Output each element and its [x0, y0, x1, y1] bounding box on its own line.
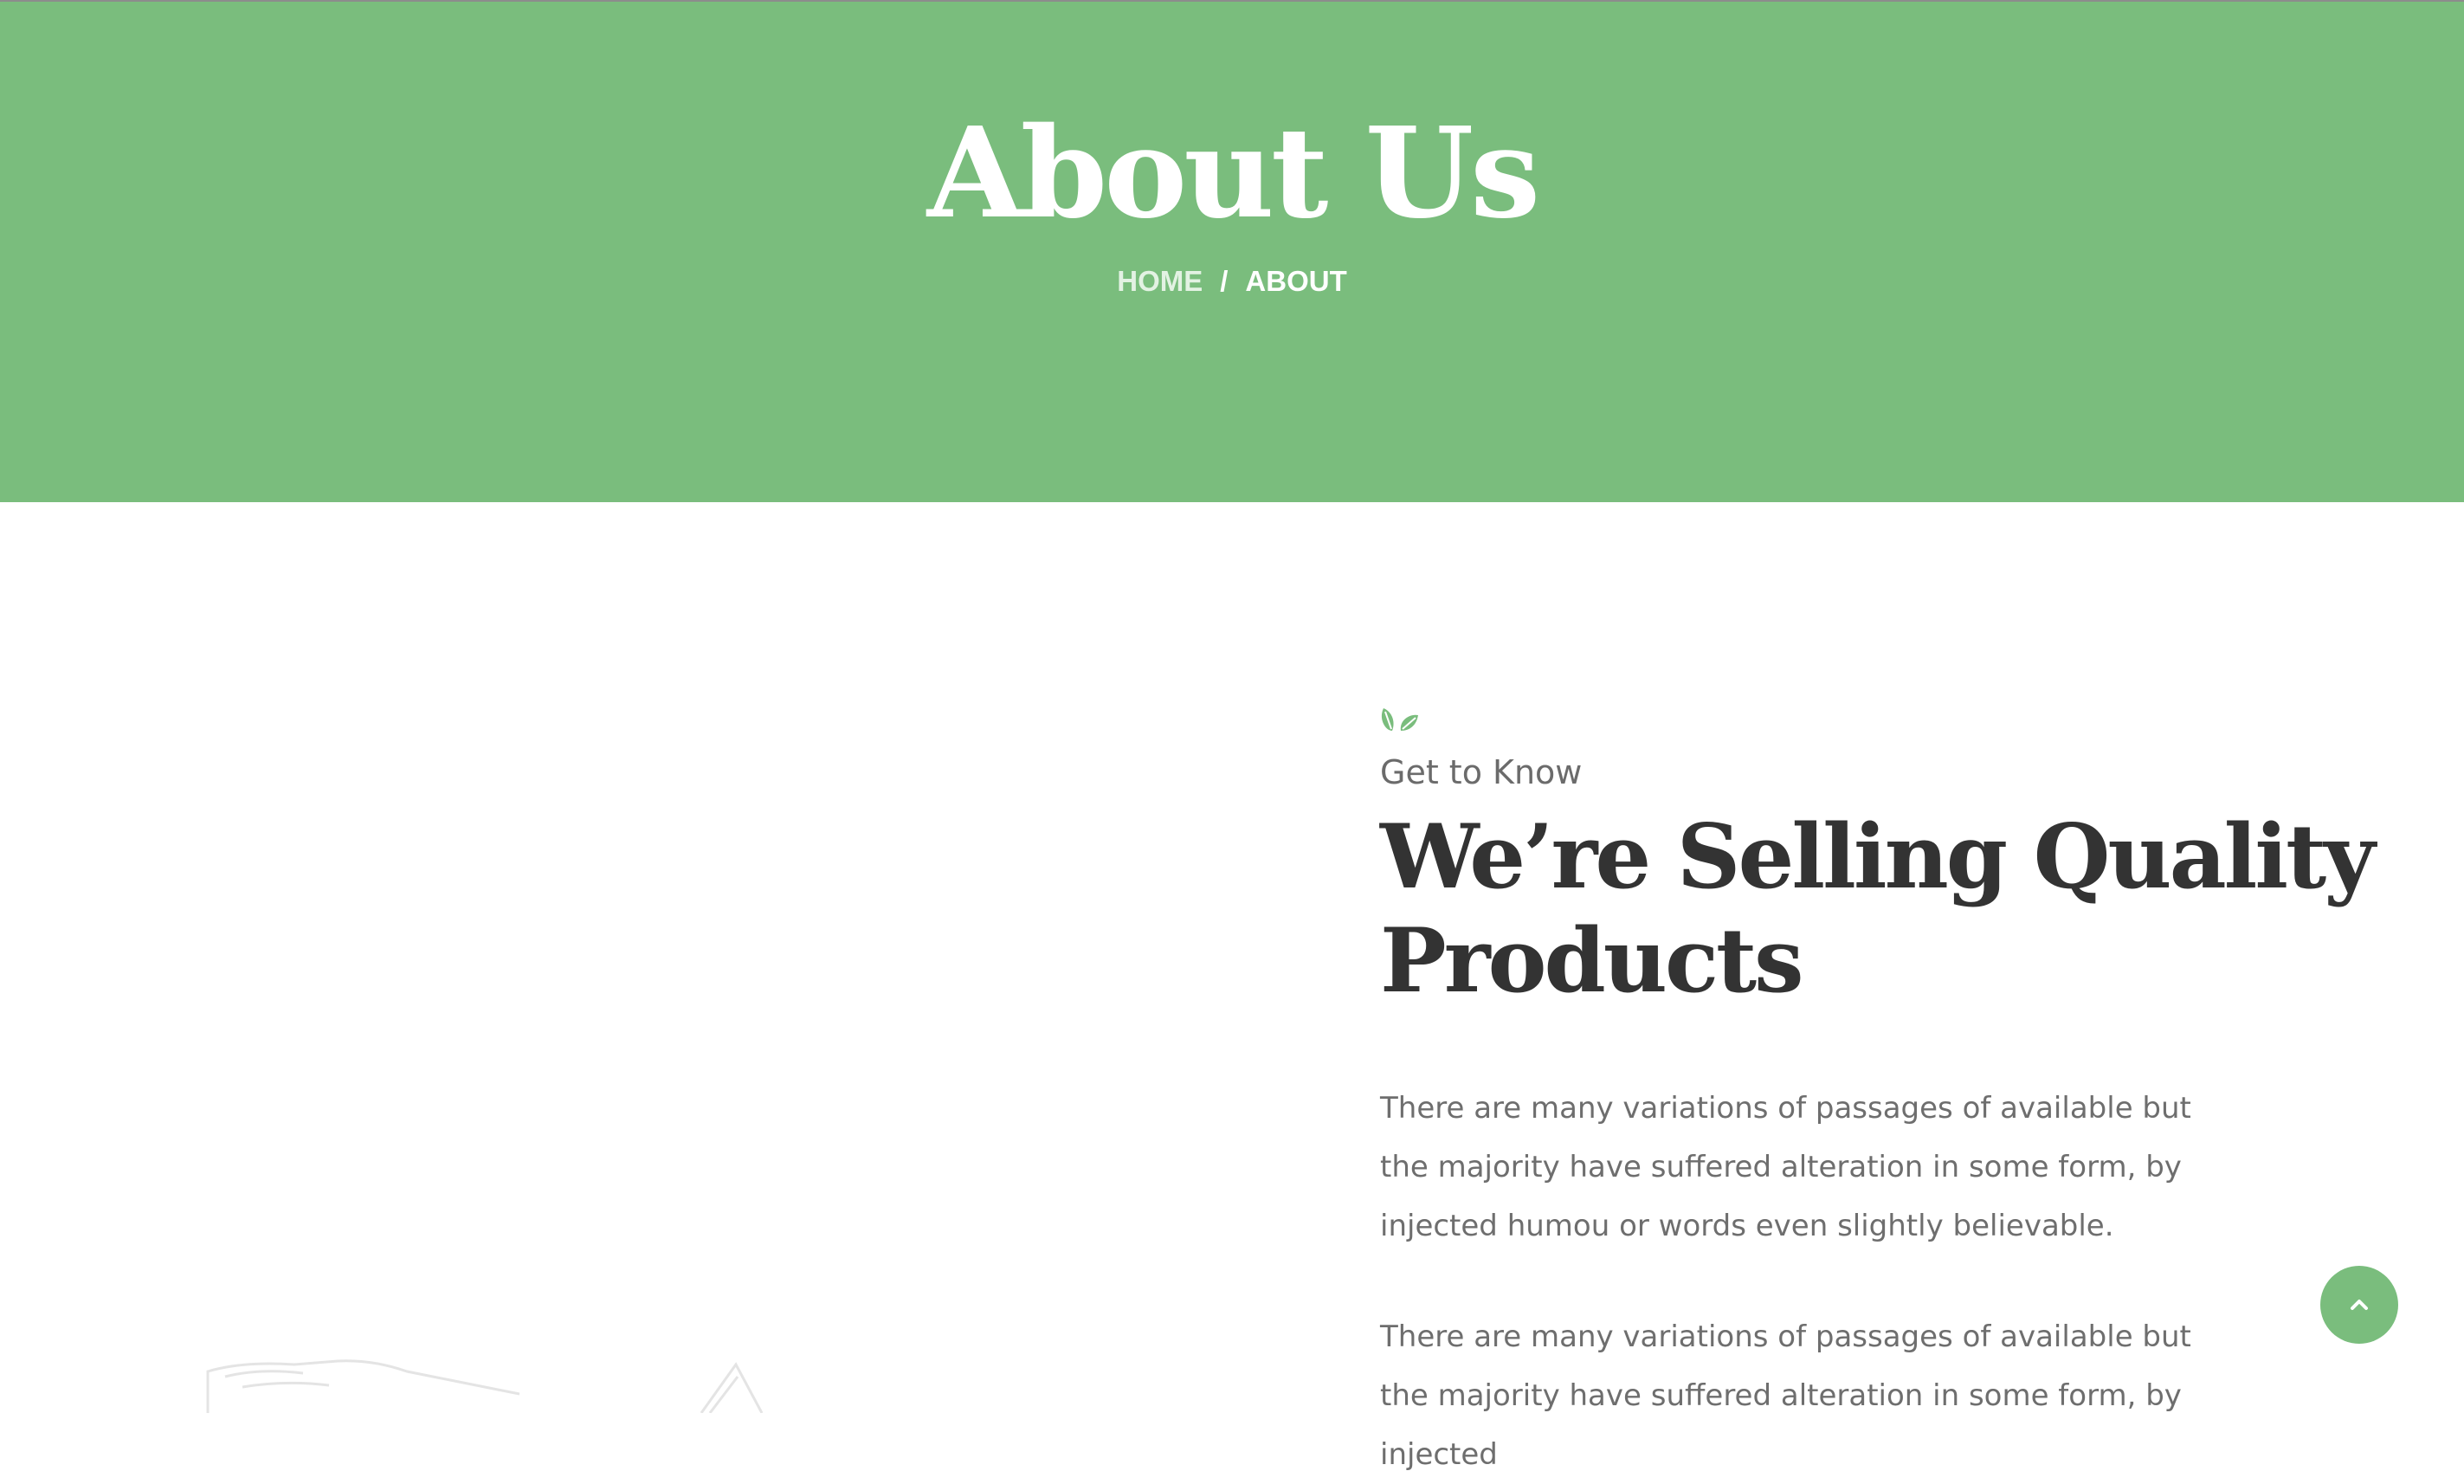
- breadcrumb-current: ABOUT: [1245, 265, 1347, 297]
- breadcrumb-home-link[interactable]: HOME: [1117, 265, 1203, 297]
- page-title: About Us: [926, 100, 1540, 246]
- chevron-up-icon: [2351, 1300, 2368, 1310]
- back-to-top-button[interactable]: [2320, 1266, 2398, 1344]
- about-paragraph: There are many variations of passages of…: [1380, 1319, 2191, 1472]
- about-paragraph: There are many variations of passages of…: [1380, 1091, 2191, 1243]
- section-headline: We’re Selling Quality Products: [1380, 805, 2376, 1013]
- leaf-icon: [1381, 708, 1418, 731]
- breadcrumb-separator: /: [1220, 265, 1229, 297]
- section-eyebrow: Get to Know: [1380, 753, 1583, 791]
- page-header-banner: About Us HOME / ABOUT: [0, 0, 2464, 502]
- breadcrumb: HOME / ABOUT: [0, 261, 2464, 301]
